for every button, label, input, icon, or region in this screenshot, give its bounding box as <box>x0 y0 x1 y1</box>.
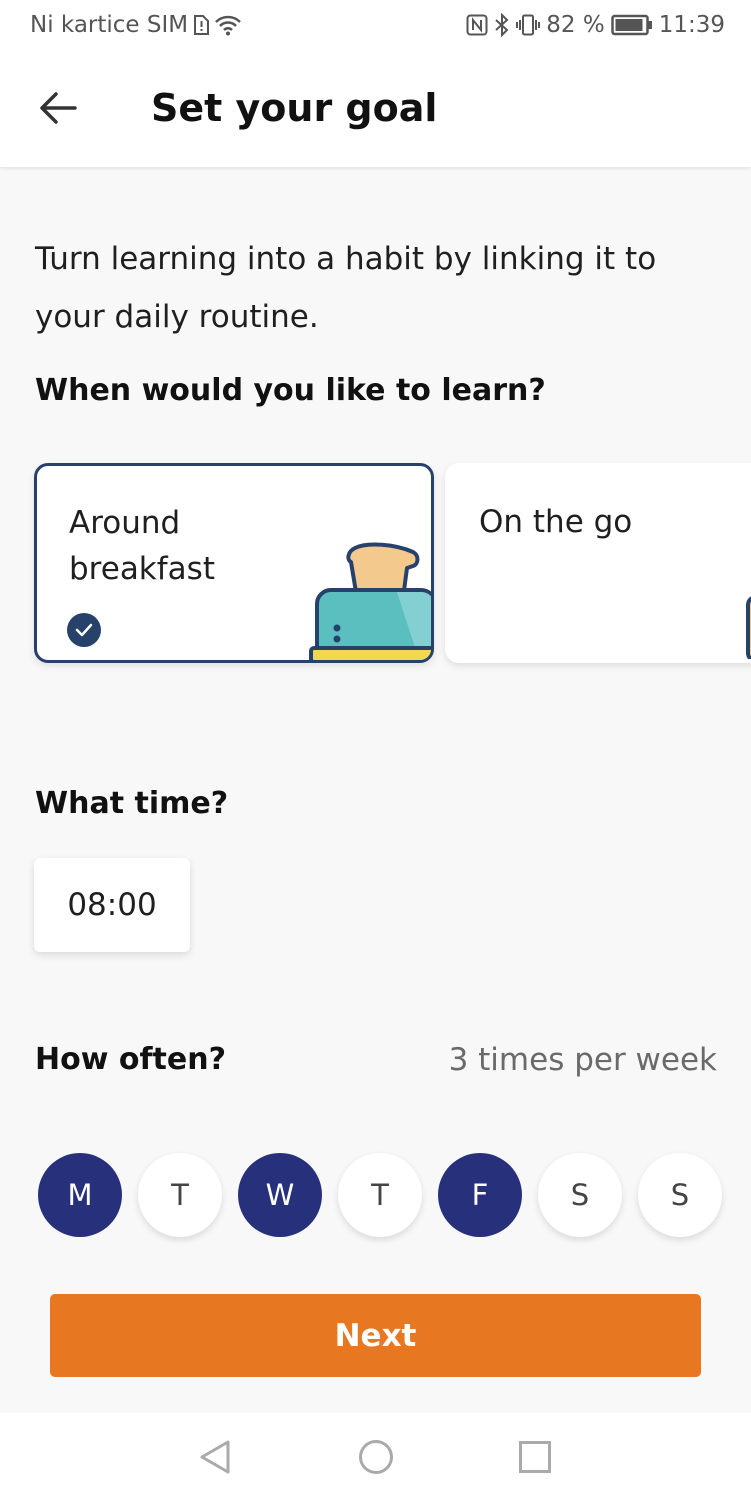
back-button[interactable] <box>28 80 88 140</box>
option-card-breakfast[interactable]: Around breakfast <box>34 463 434 663</box>
nav-back-icon[interactable] <box>195 1437 235 1477</box>
wifi-icon <box>214 14 242 36</box>
day-toggle-friday[interactable]: F <box>438 1153 522 1237</box>
intro-text: Turn learning into a habit by linking it… <box>35 241 657 335</box>
app-bar: Set your goal <box>0 52 751 167</box>
day-toggle-saturday[interactable]: S <box>538 1153 622 1237</box>
bluetooth-icon <box>494 13 510 37</box>
day-selector: M T W T F S S <box>38 1153 724 1237</box>
check-icon <box>67 613 101 647</box>
vibrate-icon <box>516 14 541 36</box>
sim-alert-icon <box>193 15 210 35</box>
battery-icon <box>610 14 653 36</box>
battery-level: 82 % <box>546 12 605 38</box>
day-toggle-sunday[interactable]: S <box>638 1153 722 1237</box>
day-toggle-wednesday[interactable]: W <box>238 1153 322 1237</box>
arrow-left-icon <box>39 92 77 128</box>
toaster-illustration <box>305 540 431 660</box>
page-title: Set your goal <box>151 86 438 130</box>
nfc-icon <box>466 14 488 36</box>
when-heading: When would you like to learn? <box>35 373 546 408</box>
option-card-on-the-go[interactable]: On the go <box>445 463 751 663</box>
nav-home-icon[interactable] <box>356 1437 396 1477</box>
travel-illustration <box>745 569 751 663</box>
nav-recents-icon[interactable] <box>515 1437 555 1477</box>
carrier-label: Ni kartice SIM <box>30 12 189 38</box>
system-nav-bar <box>0 1413 751 1500</box>
clock: 11:39 <box>658 12 725 38</box>
day-toggle-tuesday[interactable]: T <box>138 1153 222 1237</box>
option-label-on-the-go: On the go <box>479 504 633 540</box>
frequency-summary: 3 times per week <box>448 1042 717 1078</box>
day-toggle-monday[interactable]: M <box>38 1153 122 1237</box>
status-right: 82 % 11:39 <box>466 12 725 38</box>
next-button[interactable]: Next <box>50 1294 701 1377</box>
frequency-heading: How often? <box>35 1042 226 1077</box>
status-bar: Ni kartice SIM 82 % 11:39 <box>0 0 751 52</box>
time-picker[interactable]: 08:00 <box>34 858 190 952</box>
time-heading: What time? <box>35 786 229 821</box>
status-left: Ni kartice SIM <box>30 12 242 38</box>
option-label-breakfast: Around breakfast <box>69 505 215 587</box>
day-toggle-thursday[interactable]: T <box>338 1153 422 1237</box>
